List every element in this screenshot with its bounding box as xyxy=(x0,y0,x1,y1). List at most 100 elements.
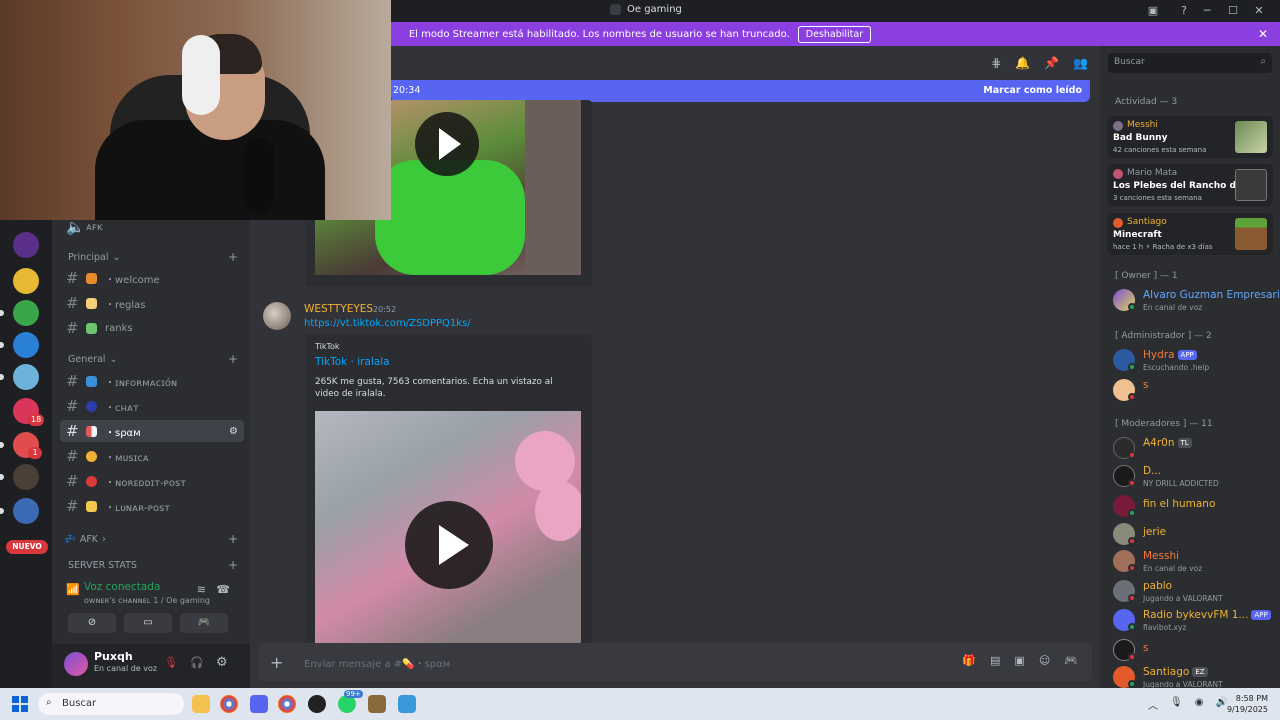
clock[interactable]: 8:58 PM 9/19/2025 xyxy=(1227,693,1268,715)
server-icon[interactable] xyxy=(13,232,39,258)
server-icon[interactable] xyxy=(13,498,39,524)
member-item[interactable]: jerie xyxy=(1113,521,1275,549)
add-channel-icon[interactable]: + xyxy=(228,558,238,572)
chat-header: ⋕ 🔔 📌 👥 xyxy=(391,46,1100,80)
member-item[interactable]: Messhi En canal de voz xyxy=(1113,548,1275,576)
channel-musica[interactable]: # ・ᴍᴜѕɪᴄᴀ xyxy=(60,445,244,467)
add-channel-icon[interactable]: + xyxy=(228,532,238,546)
hash-icon: # xyxy=(66,397,79,415)
category-server-stats[interactable]: SERVER STATS xyxy=(64,560,137,571)
screen-share-icon[interactable]: ▭ xyxy=(124,613,172,633)
channel-emoji-icon xyxy=(86,450,97,462)
taskbar-search[interactable]: ⌕ Buscar xyxy=(38,693,184,715)
member-item[interactable]: D... NY DRILL ADDICTED xyxy=(1113,463,1275,491)
avatar[interactable] xyxy=(263,302,291,330)
activity-icon[interactable]: 🎮 xyxy=(180,613,228,633)
channel-spam[interactable]: # ・ѕραм ⚙ xyxy=(60,420,244,442)
message-author[interactable]: WESTTYEYES xyxy=(304,303,373,315)
channel-settings-icon[interactable]: ⚙ xyxy=(229,426,238,437)
gif-icon[interactable]: ▤ xyxy=(990,654,1000,667)
disconnect-icon[interactable]: ☎ xyxy=(216,583,230,596)
minecraft-icon[interactable] xyxy=(368,695,386,713)
play-icon[interactable] xyxy=(405,501,493,589)
status-indicator xyxy=(1128,623,1136,631)
activity-card[interactable]: Santiago Minecraft hace 1 h ⚡ Racha de x… xyxy=(1107,213,1273,255)
channel-chat[interactable]: # ・ᴄʜᴀᴛ xyxy=(60,395,244,417)
new-messages-bar[interactable]: 20:34 Marcar como leído xyxy=(391,80,1090,102)
category-general[interactable]: General ⌄ xyxy=(64,354,117,365)
category-afk[interactable]: 💤 AFK › xyxy=(64,534,106,545)
status-indicator xyxy=(1128,680,1136,688)
category-principal[interactable]: Principal ⌄ xyxy=(64,252,120,263)
member-item[interactable]: Hydra APP Escuchando .help xyxy=(1113,347,1275,375)
member-item[interactable]: s xyxy=(1113,637,1275,665)
activity-icon[interactable]: 🎮 xyxy=(1064,654,1078,667)
members-icon[interactable]: 👥 xyxy=(1073,56,1088,70)
hash-icon: # xyxy=(66,269,79,287)
message-link[interactable]: https://vt.tiktok.com/ZSDPPQ1ks/ xyxy=(304,318,471,329)
chrome-icon[interactable] xyxy=(278,695,296,713)
windows-start-icon[interactable] xyxy=(12,696,28,712)
notepad-icon[interactable] xyxy=(398,695,416,713)
close-icon[interactable]: ✕ xyxy=(1246,3,1272,19)
embed-title[interactable]: TikTok · iralala xyxy=(315,356,390,368)
server-icon[interactable] xyxy=(13,364,39,390)
status-indicator xyxy=(1128,509,1136,517)
search-icon: ⌕ xyxy=(1260,56,1266,67)
discord-icon[interactable] xyxy=(250,695,268,713)
message-composer[interactable]: + Enviar mensaje a #💊・ѕραм 🎁 ▤ ▣ ☺ 🎮 xyxy=(258,643,1092,681)
help-icon[interactable]: ? xyxy=(1176,3,1192,19)
mic-muted-icon[interactable]: 🎙 xyxy=(164,656,178,669)
close-banner-icon[interactable]: ✕ xyxy=(1258,27,1268,41)
play-icon[interactable] xyxy=(415,112,479,176)
gift-icon[interactable]: 🎁 xyxy=(962,654,976,667)
pin-icon[interactable]: 📌 xyxy=(1044,56,1059,70)
member-item[interactable]: s xyxy=(1113,377,1275,405)
wifi-icon[interactable]: ◉ xyxy=(1195,697,1204,712)
avatar[interactable] xyxy=(64,652,88,676)
maximize-icon[interactable]: ☐ xyxy=(1220,3,1246,19)
member-item[interactable]: Radio bykevvFM 1... APP flavibot.xyz xyxy=(1113,607,1275,635)
member-item[interactable]: pablo Jugando a VALORANT xyxy=(1113,578,1275,606)
minimize-icon[interactable]: ─ xyxy=(1194,3,1220,19)
activity-card[interactable]: Messhi Bad Bunny 42 canciones esta seman… xyxy=(1107,116,1273,158)
server-icon[interactable] xyxy=(13,268,39,294)
waveform-icon[interactable]: ≋ xyxy=(197,583,206,596)
activity-card[interactable]: Mario Mata Los Plebes del Rancho de A...… xyxy=(1107,164,1273,206)
disable-streamer-button[interactable]: Deshabilitar xyxy=(797,25,872,43)
status-indicator xyxy=(1128,653,1136,661)
channel-lunar-post[interactable]: # ・ʟᴜɴᴀʀ-ᴘᴏѕᴛ xyxy=(60,495,244,517)
chrome-icon[interactable] xyxy=(220,695,238,713)
member-item[interactable]: Alvaro Guzman Empresario En canal de voz xyxy=(1113,287,1280,315)
channel-reglas[interactable]: # ・reglas xyxy=(60,292,244,314)
member-item[interactable]: A4r0n TL xyxy=(1113,435,1275,463)
video-thumbnail[interactable] xyxy=(315,411,581,644)
server-icon[interactable] xyxy=(13,300,39,326)
add-channel-icon[interactable]: + xyxy=(228,352,238,366)
mic-icon[interactable]: 🎙 xyxy=(1170,697,1183,712)
server-icon[interactable] xyxy=(13,332,39,358)
search-input[interactable]: Buscar ⌕ xyxy=(1108,53,1272,73)
bell-icon[interactable]: 🔔 xyxy=(1015,56,1030,70)
channel-noreddit-post[interactable]: # ・ɴᴏʀᴇᴅᴅɪᴛ-ᴘᴏѕᴛ xyxy=(60,470,244,492)
channel-informacion[interactable]: # ・ɪɴꜰᴏʀᴍᴀᴄɪóɴ xyxy=(60,370,244,392)
camera-off-icon[interactable]: ⊘ xyxy=(68,613,116,633)
member-item[interactable]: Santiago EZ Jugando a VALORANT xyxy=(1113,664,1275,688)
threads-icon[interactable]: ⋕ xyxy=(991,56,1001,70)
file-explorer-icon[interactable] xyxy=(192,695,210,713)
add-channel-icon[interactable]: + xyxy=(228,250,238,264)
inbox-icon[interactable]: ▣ xyxy=(1145,3,1161,19)
message-input[interactable]: Enviar mensaje a #💊・ѕραм xyxy=(304,655,450,670)
game-launcher-icon[interactable] xyxy=(308,695,326,713)
add-attachment-icon[interactable]: + xyxy=(270,653,283,672)
deafen-icon[interactable]: 🎧 xyxy=(190,656,204,669)
chevron-up-icon[interactable]: ︿ xyxy=(1148,697,1158,712)
server-icon[interactable] xyxy=(13,464,39,490)
member-item[interactable]: fin el humano xyxy=(1113,493,1275,521)
channel-ranks[interactable]: # ranks xyxy=(60,317,244,339)
gear-icon[interactable]: ⚙ xyxy=(216,655,228,670)
mark-read-button[interactable]: Marcar como leído xyxy=(983,85,1082,96)
emoji-icon[interactable]: ☺ xyxy=(1039,654,1050,667)
channel-welcome[interactable]: # ・welcome xyxy=(60,267,244,289)
sticker-icon[interactable]: ▣ xyxy=(1014,654,1024,667)
